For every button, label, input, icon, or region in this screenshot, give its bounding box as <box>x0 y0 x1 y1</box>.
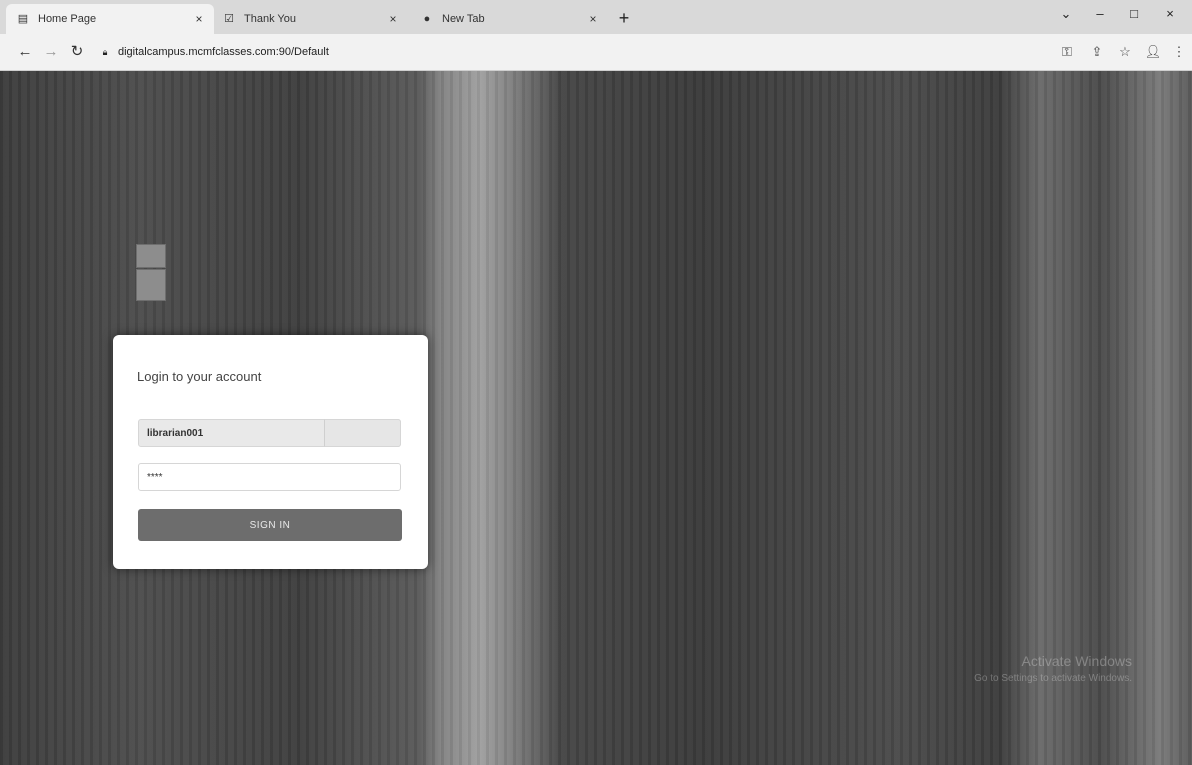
profile-icon[interactable]: 👤︎ <box>1142 41 1164 63</box>
login-title: Login to your account <box>137 369 262 384</box>
activate-windows-subtitle: Go to Settings to activate Windows. <box>974 673 1132 684</box>
login-card: Login to your account SIGN IN <box>113 335 428 569</box>
new-tab-button[interactable]: + <box>612 6 636 30</box>
password-field[interactable] <box>138 463 401 491</box>
tab-new-tab[interactable]: ● New Tab × <box>410 4 608 34</box>
tab-close-icon[interactable]: × <box>190 12 208 26</box>
activate-windows-title: Activate Windows <box>1021 653 1132 669</box>
tab-label: Home Page <box>38 13 97 25</box>
maximize-icon[interactable]: □ <box>1114 0 1154 30</box>
address-toolbar: ← → ↻ 🔒︎ digitalcampus.mcmfclasses.com:9… <box>0 34 1192 71</box>
logo-icon <box>136 244 166 268</box>
tab-close-icon[interactable]: × <box>584 12 602 26</box>
tab-label: New Tab <box>442 13 485 25</box>
tab-thank-you[interactable]: ☑ Thank You × <box>212 4 408 34</box>
key-icon[interactable]: ⚿ <box>1056 41 1078 63</box>
sign-in-button[interactable]: SIGN IN <box>138 509 402 541</box>
address-url: digitalcampus.mcmfclasses.com:90/Default <box>118 46 329 58</box>
username-addon <box>324 419 401 447</box>
logo-icon <box>136 269 166 301</box>
document-icon: ☑ <box>224 13 234 25</box>
tab-home-page[interactable]: ▤ Home Page × <box>6 4 214 34</box>
bookmark-star-icon[interactable]: ☆ <box>1114 41 1136 63</box>
address-bar[interactable]: 🔒︎ digitalcampus.mcmfclasses.com:90/Defa… <box>98 40 1048 64</box>
chrome-icon: ● <box>423 13 431 25</box>
close-window-icon[interactable]: × <box>1150 0 1190 30</box>
tab-label: Thank You <box>244 13 296 25</box>
tab-close-icon[interactable]: × <box>384 12 402 26</box>
menu-kebab-icon[interactable]: ⋮ <box>1168 41 1190 63</box>
page-icon: ▤ <box>17 13 29 25</box>
reload-icon[interactable]: ↻ <box>66 41 88 63</box>
browser-tab-strip: ▤ Home Page × ☑ Thank You × ● New Tab × … <box>0 0 1192 34</box>
share-icon[interactable]: ⇪ <box>1086 41 1108 63</box>
forward-arrow-icon[interactable]: → <box>40 41 62 63</box>
page-viewport: Login to your account SIGN IN Activate W… <box>0 71 1192 765</box>
back-arrow-icon[interactable]: ← <box>14 41 36 63</box>
lock-icon: 🔒︎ <box>102 46 108 57</box>
